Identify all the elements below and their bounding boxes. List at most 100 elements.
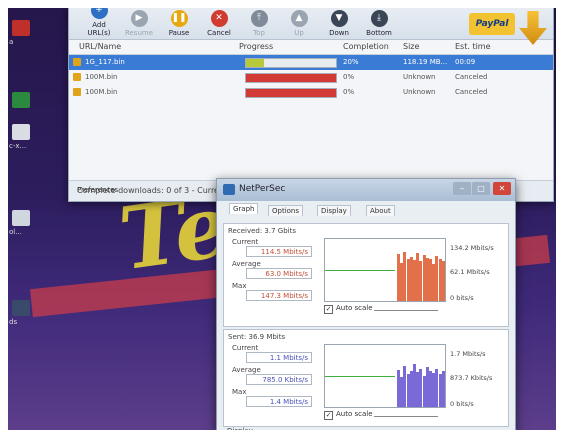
sent-graph [324,344,446,408]
column-completion[interactable]: Completion [343,42,389,51]
sent-current-value: 1.1 Mbits/s [246,352,312,363]
progress-fill [246,59,264,67]
received-current-value: 114.5 Mbits/s [246,246,312,257]
file-icon [73,58,81,66]
received-max-value: 147.3 Mbits/s [246,290,312,301]
top-button[interactable]: ⤒ Top [241,10,277,39]
desktop-icon-label: c-x... [9,142,27,150]
netpersec-app-icon [223,184,235,195]
down-icon: ▼ [330,10,348,27]
column-size[interactable]: Size [403,42,419,51]
est-time: 00:09 [455,58,476,66]
received-scale-mid: 62.1 Mbits/s [450,268,490,276]
column-headers: URL/Name Progress Completion Size Est. t… [69,40,553,55]
received-max-label: Max [232,282,247,290]
received-autoscale-checkbox[interactable]: ✓ Auto scale [324,304,373,314]
desktop-icon[interactable]: a [9,20,33,46]
received-scale-bottom: 0 bits/s [450,294,474,302]
file-size: Unknown [403,73,436,81]
resume-button[interactable]: ▶ Resume [121,10,157,39]
received-autoscale-label: Auto scale [336,304,373,312]
desktop-icon-image [12,20,30,36]
desktop-icon[interactable]: ol... [9,210,33,236]
paypal-donate-button[interactable]: PayPal [469,13,515,35]
sent-autoscale-checkbox[interactable]: ✓ Auto scale [324,410,373,420]
tab-options[interactable]: Options [268,205,304,216]
desktop-icon-label: ds [9,318,18,326]
progress-track [245,73,337,83]
received-scale-slider[interactable] [374,310,438,311]
received-average-label: Average [232,260,261,268]
column-est-time[interactable]: Est. time [455,42,491,51]
plus-icon: + [90,2,108,19]
tab-display[interactable]: Display [317,205,351,216]
sent-autoscale-label: Auto scale [336,410,373,418]
toolbar-button-label: Add URL(s) [87,21,111,37]
minimize-button[interactable]: ‒ [453,182,471,195]
sent-scale-bottom: 0 bits/s [450,400,474,408]
received-graph [324,238,446,302]
tab-strip: Graph Options Display About [217,201,515,219]
received-panel: Received: 3.7 Gbits Current 114.5 Mbits/… [223,223,509,327]
download-row[interactable]: 100M.bin Unknown 0% Canceled [69,85,553,100]
toolbar-button-label: Top [253,29,265,37]
completion-percent: 0% [343,73,355,81]
desktop-icon-image [12,92,30,108]
netpersec-titlebar[interactable]: NetPerSec ‒ □ ✕ [217,179,515,201]
graph-bar [441,371,445,407]
file-icon [73,88,81,96]
completion-percent: 0% [343,88,355,96]
received-scale-top: 134.2 Mbits/s [450,244,494,252]
column-name[interactable]: URL/Name [79,42,121,51]
desktop-icon[interactable]: ds [9,300,33,326]
graph-bar [441,261,445,301]
received-current-label: Current [232,238,259,246]
sent-scale-slider[interactable] [374,416,438,417]
add-url-s-button[interactable]: + Add URL(s) [81,2,117,39]
completion-percent: 20% [343,58,359,66]
desktop-icon-image [12,300,30,316]
sent-scale-mid: 873.7 Kbits/s [450,374,493,382]
toolbar-button-label: Bottom [366,29,392,37]
pause-icon: ❚❚ [170,10,188,27]
file-icon [73,73,81,81]
top-icon: ⤒ [250,10,268,27]
desktop-icon[interactable] [9,92,33,110]
toolbar-button-label: Down [329,29,349,37]
desktop-icon-label: ol... [9,228,22,236]
download-row[interactable]: 1G_117.bin 118.19 MB... 20% 00:09 [69,55,553,70]
netpersec-title: NetPerSec [239,184,286,194]
maximize-button[interactable]: □ [472,182,490,195]
toolbar-button-label: Pause [168,29,190,37]
desktop-icon-label: a [9,38,14,46]
close-button[interactable]: ✕ [493,182,511,195]
received-average-value: 63.0 Mbits/s [246,268,312,279]
cancel-icon: ✕ [210,10,228,27]
desktop-icon[interactable]: c-x... [9,124,33,150]
file-size: Unknown [403,88,436,96]
file-name: 1G_117.bin [85,58,125,66]
up-icon: ▲ [290,10,308,27]
toolbar-button-label: Resume [124,29,154,37]
download-manager-window: + Add URL(s) ▶ Resume ❚❚ Pause ✕ Cancel ⤒ Top ▲ Up ▼… [68,2,554,202]
bottom-button[interactable]: ⤓ Bottom [361,10,397,39]
progress-fill [246,89,336,97]
down-button[interactable]: ▼ Down [321,10,357,39]
tab-graph[interactable]: Graph [229,203,259,214]
sent-panel: Sent: 36.9 Mbits Current 1.1 Mbits/s Ave… [223,329,509,427]
column-progress[interactable]: Progress [239,42,273,51]
desktop-icon-image [12,124,30,140]
up-button[interactable]: ▲ Up [281,10,317,39]
netpersec-window: NetPerSec ‒ □ ✕ Graph Options Display About… [216,178,516,435]
sent-max-value: 1.4 Mbits/s [246,396,312,407]
pause-button[interactable]: ❚❚ Pause [161,10,197,39]
progress-fill [246,74,336,82]
sent-average-value: 785.0 Kbits/s [246,374,312,385]
download-row[interactable]: 100M.bin Unknown 0% Canceled [69,70,553,85]
sent-average-label: Average [232,366,261,374]
tab-about[interactable]: About [366,205,395,216]
file-size: 118.19 MB... [403,58,448,66]
cancel-button[interactable]: ✕ Cancel [201,10,237,39]
resume-icon: ▶ [130,10,148,27]
average-line [325,270,395,271]
